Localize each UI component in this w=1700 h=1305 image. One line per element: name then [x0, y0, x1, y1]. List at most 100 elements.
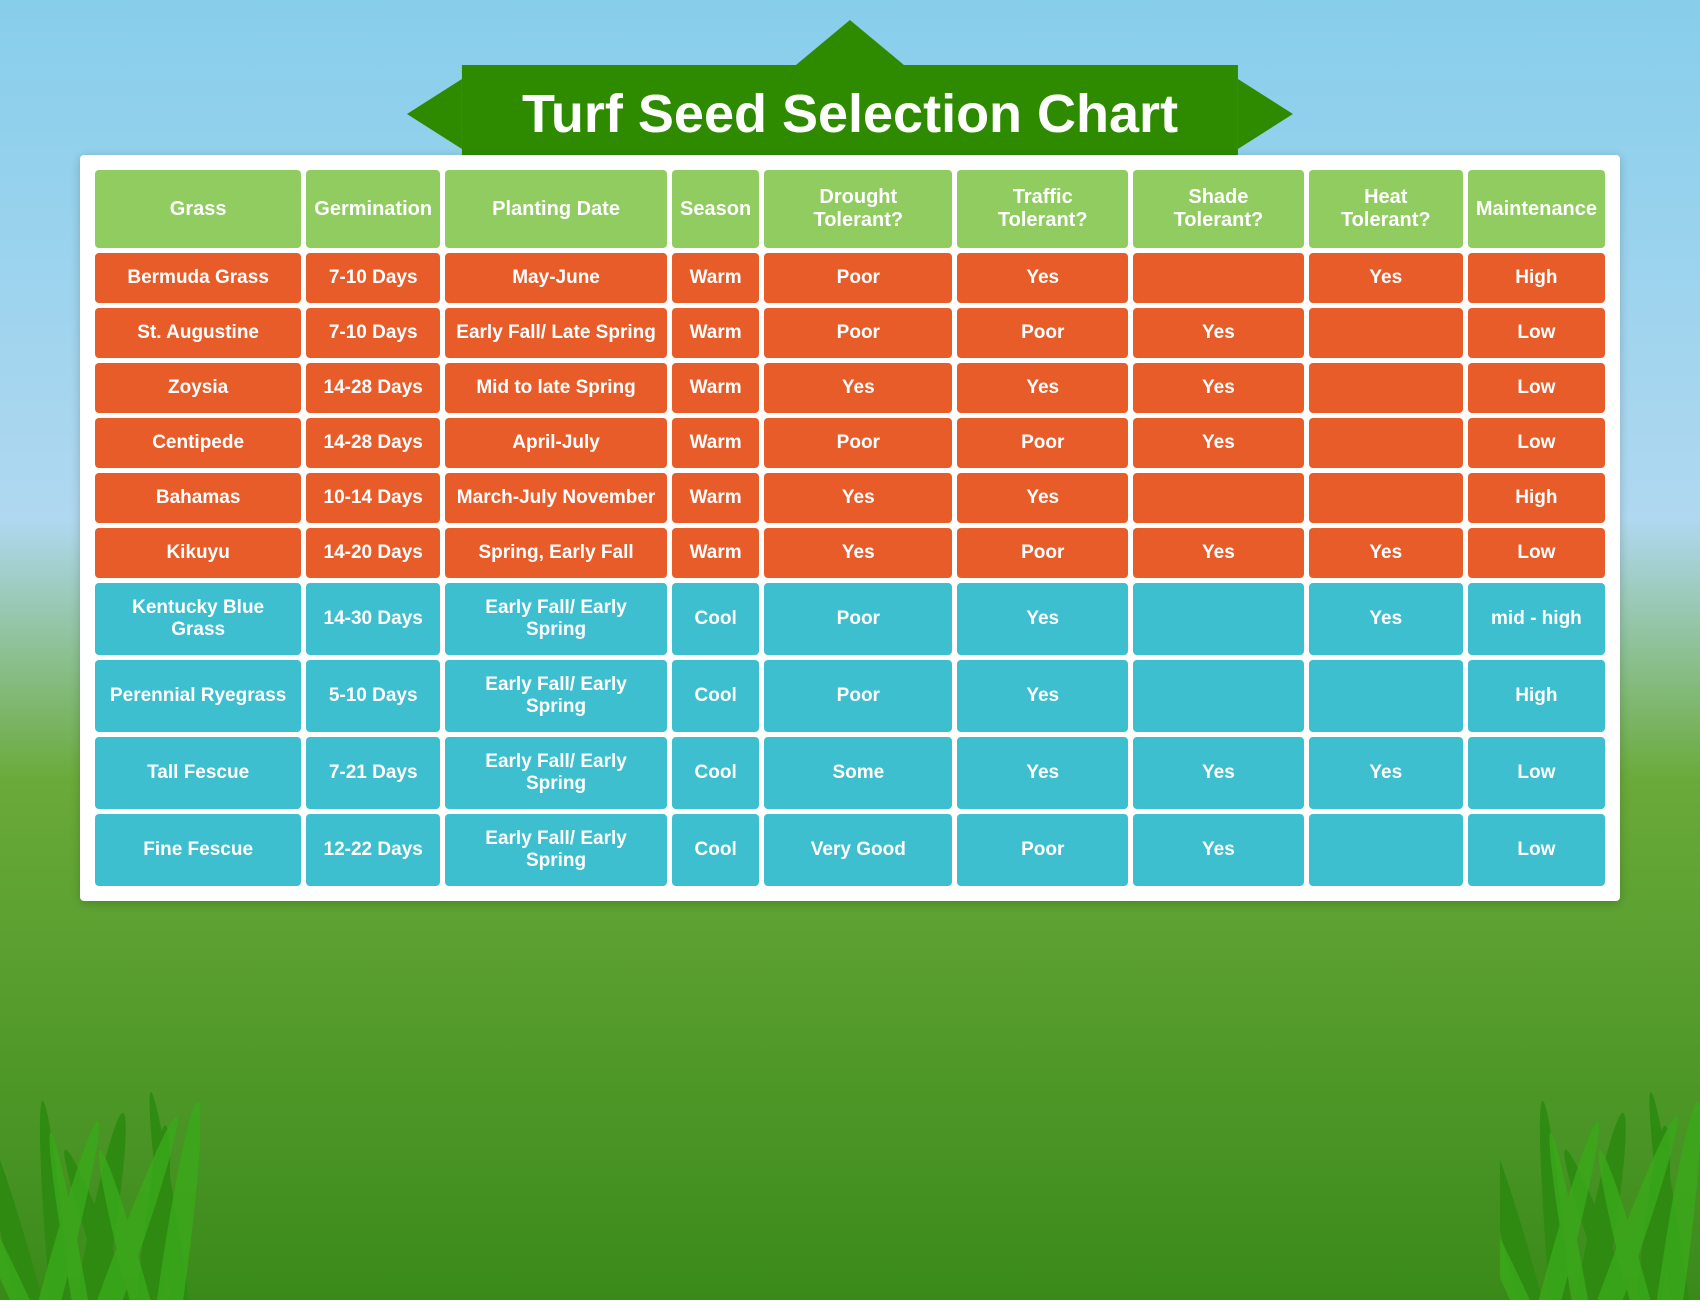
cell-drought: Yes: [764, 363, 952, 413]
cell-grass: Bermuda Grass: [95, 253, 301, 303]
cell-heat: [1309, 308, 1463, 358]
cell-shade: Yes: [1133, 363, 1304, 413]
cell-heat: Yes: [1309, 253, 1463, 303]
cell-traffic: Yes: [957, 583, 1128, 655]
cell-drought: Some: [764, 737, 952, 809]
arrow-top-decoration: [790, 20, 910, 70]
cell-grass: Bahamas: [95, 473, 301, 523]
cell-drought: Poor: [764, 418, 952, 468]
cell-grass: Kentucky Blue Grass: [95, 583, 301, 655]
cell-drought: Poor: [764, 583, 952, 655]
cell-traffic: Yes: [957, 660, 1128, 732]
cell-germination: 14-28 Days: [306, 418, 440, 468]
cell-season: Warm: [672, 253, 759, 303]
cell-shade: Yes: [1133, 418, 1304, 468]
cell-germination: 14-28 Days: [306, 363, 440, 413]
chart-title-box: Turf Seed Selection Chart: [462, 65, 1238, 163]
cell-heat: [1309, 473, 1463, 523]
table-row: Kentucky Blue Grass14-30 DaysEarly Fall/…: [95, 583, 1605, 655]
cell-season: Cool: [672, 737, 759, 809]
title-container: Turf Seed Selection Chart: [462, 20, 1238, 163]
cell-maintenance: Low: [1468, 528, 1605, 578]
cell-maintenance: Low: [1468, 363, 1605, 413]
cell-shade: Yes: [1133, 737, 1304, 809]
chart-title: Turf Seed Selection Chart: [522, 84, 1178, 144]
cell-grass: St. Augustine: [95, 308, 301, 358]
cell-grass: Zoysia: [95, 363, 301, 413]
cell-germination: 10-14 Days: [306, 473, 440, 523]
cell-shade: [1133, 473, 1304, 523]
cell-traffic: Yes: [957, 363, 1128, 413]
arrow-right-decoration: [1238, 79, 1293, 149]
cell-traffic: Poor: [957, 418, 1128, 468]
table-row: Zoysia14-28 DaysMid to late SpringWarmYe…: [95, 363, 1605, 413]
table-row: Fine Fescue12-22 DaysEarly Fall/ Early S…: [95, 814, 1605, 886]
col-heat: Heat Tolerant?: [1309, 170, 1463, 248]
col-germination: Germination: [306, 170, 440, 248]
cell-planting: Mid to late Spring: [445, 363, 667, 413]
cell-heat: [1309, 814, 1463, 886]
cell-germination: 7-10 Days: [306, 308, 440, 358]
cell-maintenance: High: [1468, 473, 1605, 523]
cell-heat: [1309, 660, 1463, 732]
cell-shade: Yes: [1133, 528, 1304, 578]
col-maintenance: Maintenance: [1468, 170, 1605, 248]
cell-germination: 7-21 Days: [306, 737, 440, 809]
cell-germination: 7-10 Days: [306, 253, 440, 303]
cell-heat: [1309, 363, 1463, 413]
cell-germination: 5-10 Days: [306, 660, 440, 732]
cell-planting: Early Fall/ Early Spring: [445, 814, 667, 886]
col-grass: Grass: [95, 170, 301, 248]
cell-traffic: Poor: [957, 814, 1128, 886]
table-row: Bermuda Grass7-10 DaysMay-JuneWarmPoorYe…: [95, 253, 1605, 303]
table-row: Bahamas10-14 DaysMarch-July NovemberWarm…: [95, 473, 1605, 523]
cell-grass: Fine Fescue: [95, 814, 301, 886]
cell-traffic: Poor: [957, 308, 1128, 358]
cell-germination: 12-22 Days: [306, 814, 440, 886]
table-row: Centipede14-28 DaysApril-JulyWarmPoorPoo…: [95, 418, 1605, 468]
cell-heat: [1309, 418, 1463, 468]
cell-traffic: Yes: [957, 253, 1128, 303]
cell-shade: Yes: [1133, 308, 1304, 358]
cell-maintenance: High: [1468, 660, 1605, 732]
seed-selection-table: Grass Germination Planting Date Season D…: [90, 165, 1610, 891]
cell-maintenance: Low: [1468, 418, 1605, 468]
table-container: Grass Germination Planting Date Season D…: [80, 155, 1620, 901]
col-traffic: Traffic Tolerant?: [957, 170, 1128, 248]
cell-planting: Early Fall/ Early Spring: [445, 660, 667, 732]
cell-drought: Yes: [764, 473, 952, 523]
cell-season: Warm: [672, 418, 759, 468]
cell-grass: Tall Fescue: [95, 737, 301, 809]
cell-planting: Early Fall/ Early Spring: [445, 737, 667, 809]
cell-planting: Early Fall/ Early Spring: [445, 583, 667, 655]
arrow-left-decoration: [407, 79, 462, 149]
cell-grass: Perennial Ryegrass: [95, 660, 301, 732]
cell-drought: Poor: [764, 253, 952, 303]
table-row: Kikuyu14-20 DaysSpring, Early FallWarmYe…: [95, 528, 1605, 578]
cell-planting: March-July November: [445, 473, 667, 523]
table-header-row: Grass Germination Planting Date Season D…: [95, 170, 1605, 248]
cell-drought: Yes: [764, 528, 952, 578]
cell-heat: Yes: [1309, 737, 1463, 809]
cell-planting: April-July: [445, 418, 667, 468]
cell-season: Cool: [672, 814, 759, 886]
cell-shade: [1133, 583, 1304, 655]
grass-left: [0, 900, 200, 1300]
col-shade: Shade Tolerant?: [1133, 170, 1304, 248]
cell-traffic: Poor: [957, 528, 1128, 578]
col-planting: Planting Date: [445, 170, 667, 248]
cell-planting: May-June: [445, 253, 667, 303]
cell-maintenance: Low: [1468, 814, 1605, 886]
cell-drought: Very Good: [764, 814, 952, 886]
cell-grass: Centipede: [95, 418, 301, 468]
grass-right: [1500, 900, 1700, 1300]
cell-planting: Spring, Early Fall: [445, 528, 667, 578]
cell-season: Warm: [672, 528, 759, 578]
cell-heat: Yes: [1309, 583, 1463, 655]
cell-maintenance: Low: [1468, 308, 1605, 358]
table-row: Tall Fescue7-21 DaysEarly Fall/ Early Sp…: [95, 737, 1605, 809]
col-drought: Drought Tolerant?: [764, 170, 952, 248]
cell-maintenance: High: [1468, 253, 1605, 303]
cell-traffic: Yes: [957, 737, 1128, 809]
cell-planting: Early Fall/ Late Spring: [445, 308, 667, 358]
